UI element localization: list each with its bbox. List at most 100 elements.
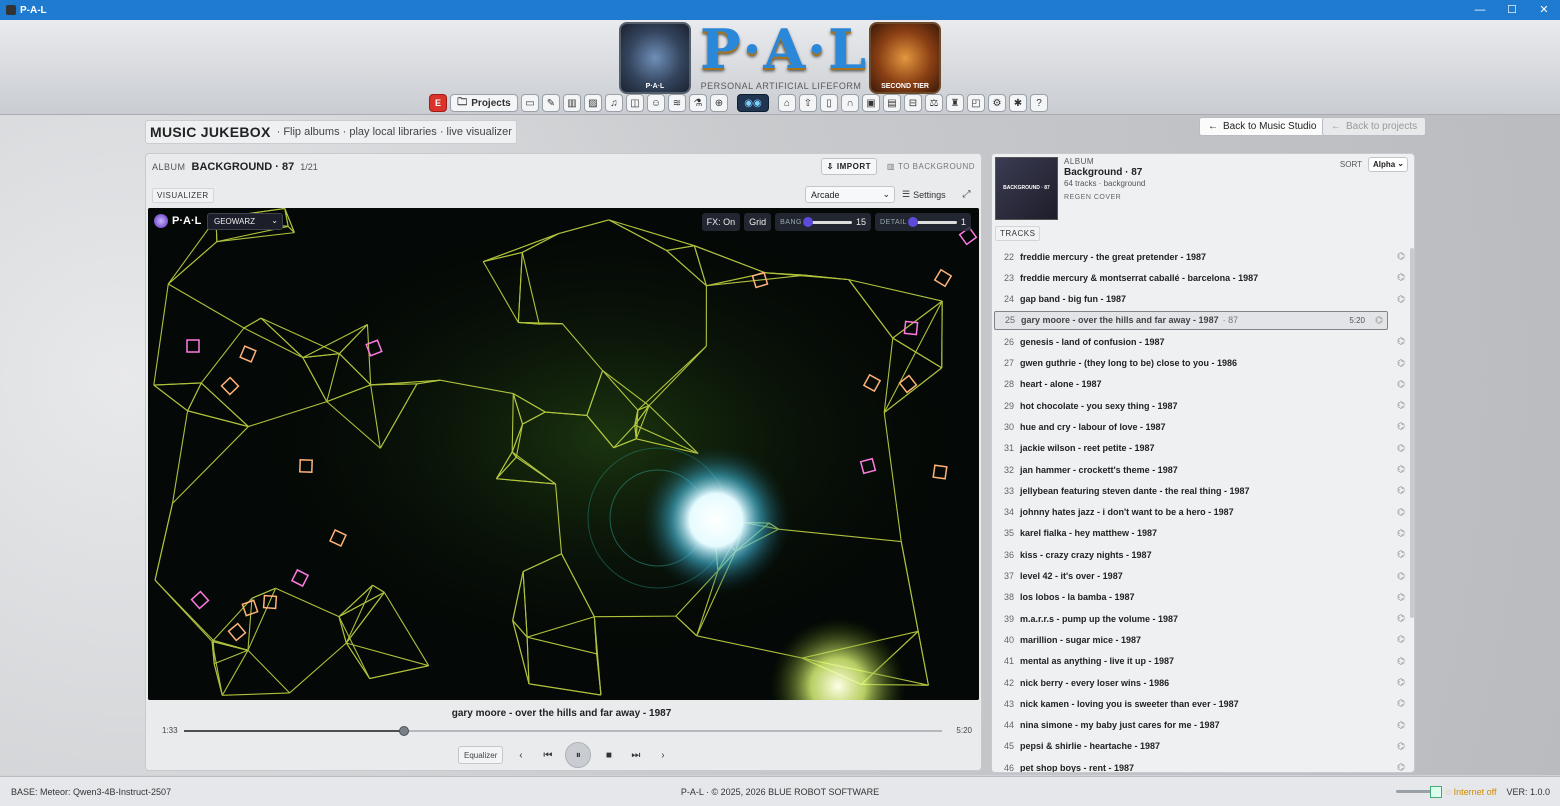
progress-knob[interactable] <box>398 726 409 736</box>
tag-icon[interactable]: ⌬ <box>1397 485 1405 496</box>
tag-icon[interactable]: ⌬ <box>1397 251 1405 262</box>
track-row[interactable]: 46 pet shop boys - rent - 1987 ⌬ <box>994 758 1409 772</box>
robot-mascot-icon[interactable]: ◉◉ <box>737 94 769 112</box>
audio-icon[interactable]: ≋ <box>668 94 686 112</box>
next-track-icon[interactable]: ⏭ <box>626 746 645 765</box>
bang-slider[interactable] <box>803 216 852 227</box>
globe-icon[interactable]: ⊕ <box>710 94 728 112</box>
tag-icon[interactable]: ⌬ <box>1397 272 1405 283</box>
book-icon[interactable]: ▥ <box>563 94 581 112</box>
track-row[interactable]: 41 mental as anything - live it up - 1987… <box>994 652 1409 671</box>
tag-icon[interactable]: ⌬ <box>1397 656 1405 667</box>
track-row[interactable]: 32 jan hammer - crockett's theme - 1987 ⌬ <box>994 460 1409 479</box>
tag-icon[interactable]: ⌬ <box>1397 549 1405 560</box>
tag-icon[interactable]: ⌬ <box>1397 613 1405 624</box>
tag-icon[interactable]: ⌬ <box>1397 634 1405 645</box>
sort-select[interactable]: Alpha ⌄ <box>1368 157 1408 172</box>
music-icon[interactable]: ♫ <box>605 94 623 112</box>
bang-slider-knob[interactable] <box>803 216 814 227</box>
previous-track-icon[interactable]: ⏮ <box>538 746 557 765</box>
headphones-icon[interactable]: ∩ <box>841 94 859 112</box>
track-row[interactable]: 43 nick kamen - loving you is sweeter tha… <box>994 694 1409 713</box>
settings-icon[interactable]: ⚙ <box>988 94 1006 112</box>
track-row[interactable]: 23 freddie mercury & montserrat caballé -… <box>994 268 1409 287</box>
tag-icon[interactable]: ⌬ <box>1397 358 1405 369</box>
tag-icon[interactable]: ⌬ <box>1375 315 1383 326</box>
status-slider[interactable] <box>1395 786 1442 798</box>
track-row[interactable]: 24 gap band - big fun - 1987 ⌬ <box>994 290 1409 309</box>
back-to-music-studio-button[interactable]: ← Back to Music Studio <box>1199 117 1326 136</box>
detail-slider[interactable] <box>908 216 957 227</box>
upload-icon[interactable]: ⇧ <box>799 94 817 112</box>
visualizer-settings-button[interactable]: ☰ Settings <box>902 186 946 203</box>
tag-icon[interactable]: ⌬ <box>1397 677 1405 688</box>
game-icon[interactable]: ◫ <box>626 94 644 112</box>
internet-status[interactable]: ◌ Internet off <box>1446 787 1497 797</box>
equalizer-button[interactable]: Equalizer <box>458 746 504 764</box>
tag-icon[interactable]: ⌬ <box>1397 464 1405 475</box>
minimize-button[interactable]: — <box>1464 0 1496 20</box>
archive-icon[interactable]: ▤ <box>883 94 901 112</box>
track-row[interactable]: 30 hue and cry - labour of love - 1987 ⌬ <box>994 417 1409 436</box>
import-button[interactable]: ⇩ IMPORT <box>820 158 877 175</box>
chevron-right-icon[interactable]: › <box>653 746 672 765</box>
expand-icon[interactable]: ⤢ <box>958 186 975 203</box>
stop-icon[interactable]: ■ <box>599 746 618 765</box>
maximize-button[interactable]: ☐ <box>1496 0 1528 20</box>
tag-icon[interactable]: ⌬ <box>1397 592 1405 603</box>
regen-cover-button[interactable]: REGEN COVER <box>1064 194 1145 201</box>
tag-icon[interactable]: ⌬ <box>1397 741 1405 752</box>
document-icon[interactable]: ▯ <box>820 94 838 112</box>
track-row[interactable]: 37 level 42 - it's over - 1987 ⌬ <box>994 567 1409 586</box>
track-row[interactable]: 45 pepsi & shirlie - heartache - 1987 ⌬ <box>994 737 1409 756</box>
projects-button[interactable]: 🗀 Projects <box>450 94 518 112</box>
tag-icon[interactable]: ⌬ <box>1397 443 1405 454</box>
pen-icon[interactable]: ✎ <box>542 94 560 112</box>
close-button[interactable]: ✕ <box>1528 0 1560 20</box>
chat-icon[interactable]: ▭ <box>521 94 539 112</box>
progress-bar[interactable] <box>184 726 942 736</box>
track-row[interactable]: 40 marillion - sugar mice - 1987 ⌬ <box>994 630 1409 649</box>
track-row[interactable]: 35 karel fialka - hey matthew - 1987 ⌬ <box>994 524 1409 543</box>
e-button[interactable]: E <box>429 94 447 112</box>
tag-icon[interactable]: ⌬ <box>1397 294 1405 305</box>
track-row[interactable]: 44 nina simone - my baby just cares for m… <box>994 716 1409 735</box>
track-row[interactable]: 39 m.a.r.r.s - pump up the volume - 1987 ⌬ <box>994 609 1409 628</box>
chip-icon[interactable]: ▣ <box>862 94 880 112</box>
drive-icon[interactable]: ⊟ <box>904 94 922 112</box>
track-row[interactable]: 25 gary moore - over the hills and far aw… <box>994 310 1388 330</box>
tag-icon[interactable]: ⌬ <box>1397 400 1405 411</box>
flask-icon[interactable]: ⚗ <box>689 94 707 112</box>
tag-icon[interactable]: ⌬ <box>1397 762 1405 772</box>
track-row[interactable]: 36 kiss - crazy crazy nights - 1987 ⌬ <box>994 545 1409 564</box>
tag-icon[interactable]: ⌬ <box>1397 720 1405 731</box>
grid-toggle[interactable]: Grid <box>744 213 772 231</box>
track-row[interactable]: 34 johnny hates jazz - i don't want to be… <box>994 503 1409 522</box>
track-row[interactable]: 42 nick berry - every loser wins - 1986 ⌬ <box>994 673 1409 692</box>
home-icon[interactable]: ⌂ <box>778 94 796 112</box>
tag-icon[interactable]: ⌬ <box>1397 421 1405 432</box>
track-row[interactable]: 27 gwen guthrie - (they long to be) close… <box>994 354 1409 373</box>
game-select[interactable]: GEOWARZ ⌄ <box>207 213 283 230</box>
help-icon[interactable]: ? <box>1030 94 1048 112</box>
tag-icon[interactable]: ⌬ <box>1397 698 1405 709</box>
track-row[interactable]: 33 jellybean featuring steven dante - the… <box>994 481 1409 500</box>
back-to-projects-button[interactable]: ← Back to projects <box>1322 117 1427 136</box>
fx-toggle[interactable]: FX: On <box>701 213 741 231</box>
pause-icon[interactable]: ⏸ <box>565 742 592 768</box>
image-icon[interactable]: ▨ <box>584 94 602 112</box>
tag-icon[interactable]: ⌬ <box>1397 507 1405 518</box>
visualizer-canvas[interactable]: P·A·L GEOWARZ ⌄ FX: On Grid BANG 15 DETAI… <box>148 208 979 700</box>
to-background-button[interactable]: ▥ TO BACKGROUND <box>887 158 975 175</box>
track-row[interactable]: 26 genesis - land of confusion - 1987 ⌬ <box>994 332 1409 351</box>
map-icon[interactable]: ◰ <box>967 94 985 112</box>
track-row[interactable]: 28 heart - alone - 1987 ⌬ <box>994 375 1409 394</box>
detail-slider-knob[interactable] <box>908 216 919 227</box>
trophy-icon[interactable]: ♜ <box>946 94 964 112</box>
chevron-left-icon[interactable]: ‹ <box>511 746 530 765</box>
bug-icon[interactable]: ✱ <box>1009 94 1027 112</box>
tag-icon[interactable]: ⌬ <box>1397 528 1405 539</box>
tag-icon[interactable]: ⌬ <box>1397 379 1405 390</box>
scale-icon[interactable]: ⚖ <box>925 94 943 112</box>
track-row[interactable]: 22 freddie mercury - the great pretender … <box>994 247 1409 266</box>
